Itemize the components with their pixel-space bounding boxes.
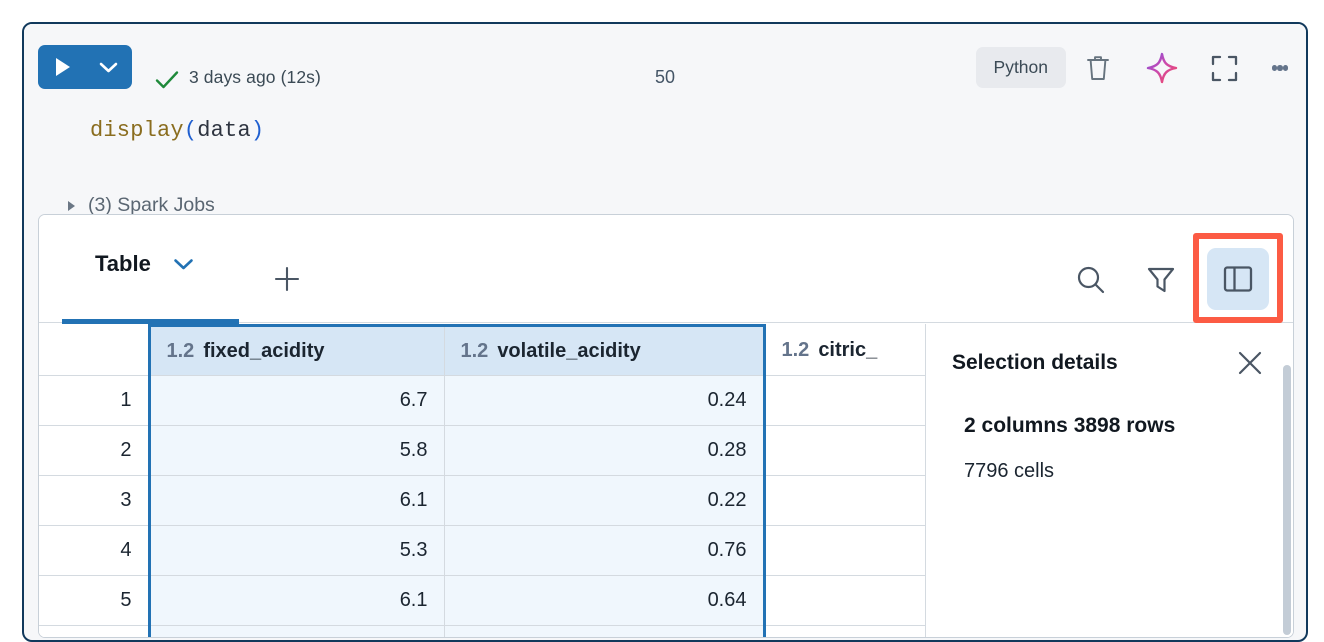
- selection-cell-count: 7796 cells: [964, 460, 1055, 482]
- vertical-scrollbar[interactable]: [1283, 365, 1291, 635]
- column-header-volatile-acidity[interactable]: 1.2 volatile_acidity: [444, 324, 766, 376]
- code-function-name: display: [90, 118, 184, 143]
- selection-details-panel: Selection details 2 columns 3898 rows 77…: [925, 324, 1293, 637]
- column-header-label: volatile_acidity: [497, 339, 641, 362]
- row-index: 1: [39, 375, 150, 426]
- cell-fixed-acidity[interactable]: [147, 625, 445, 637]
- notebook-cell: 3 days ago (12s) 50 Python display(data)…: [22, 22, 1308, 642]
- tab-table-label: Table: [95, 251, 151, 276]
- sparkle-icon[interactable]: [1142, 48, 1182, 88]
- language-badge[interactable]: Python: [975, 47, 1066, 88]
- selection-summary: 2 columns 3898 rows: [964, 414, 1176, 437]
- caret-right-icon: [68, 200, 75, 211]
- cell-fixed-acidity[interactable]: 5.8: [147, 425, 445, 476]
- column-type-tag: 1.2: [460, 339, 489, 362]
- code-open-paren: (: [183, 118, 198, 143]
- column-header-label: citric_: [818, 338, 878, 361]
- cell-fixed-acidity[interactable]: 6.7: [147, 375, 445, 426]
- column-type-tag: 1.2: [166, 339, 195, 362]
- toggle-side-panel-button[interactable]: [1207, 248, 1269, 310]
- row-index: 4: [39, 525, 150, 576]
- cell-fixed-acidity[interactable]: 5.3: [147, 525, 445, 576]
- row-index: 3: [39, 475, 150, 526]
- add-tab-button[interactable]: [267, 259, 307, 299]
- chevron-down-icon[interactable]: [173, 257, 194, 271]
- kebab-menu-icon[interactable]: [1260, 48, 1300, 88]
- column-header-label: fixed_acidity: [203, 339, 325, 362]
- tab-table[interactable]: Table: [95, 251, 194, 277]
- result-toolbar: Table: [39, 215, 1293, 324]
- row-index: 2: [39, 425, 150, 476]
- column-header-index[interactable]: [39, 325, 150, 376]
- side-panel-icon: [1223, 266, 1253, 292]
- filter-icon[interactable]: [1139, 258, 1183, 302]
- cell-volatile-acidity[interactable]: 0.28: [444, 425, 766, 476]
- selection-details-body: 2 columns 3898 rows 7796 cells: [952, 414, 1267, 483]
- cell-toolbar: 3 days ago (12s) 50 Python: [24, 24, 1306, 92]
- code-close-paren: ): [250, 118, 265, 143]
- cell-volatile-acidity[interactable]: [444, 625, 766, 637]
- code-argument: data: [197, 118, 251, 143]
- trash-icon[interactable]: [1078, 48, 1118, 88]
- selection-details-title: Selection details: [952, 351, 1118, 374]
- cell-volatile-acidity[interactable]: 0.76: [444, 525, 766, 576]
- row-index: [39, 625, 150, 637]
- result-panel: Table 1.2 fixed_acidity 1.2 volatile_aci…: [38, 214, 1294, 638]
- cell-volatile-acidity[interactable]: 0.64: [444, 575, 766, 626]
- cell-fixed-acidity[interactable]: 6.1: [147, 475, 445, 526]
- row-index: 5: [39, 575, 150, 626]
- cell-volatile-acidity[interactable]: 0.22: [444, 475, 766, 526]
- selection-details-header: Selection details: [952, 346, 1267, 380]
- close-icon[interactable]: [1233, 346, 1267, 380]
- search-icon[interactable]: [1069, 258, 1113, 302]
- column-type-tag: 1.2: [781, 338, 810, 361]
- column-header-fixed-acidity[interactable]: 1.2 fixed_acidity: [147, 324, 445, 376]
- cell-volatile-acidity[interactable]: 0.24: [444, 375, 766, 426]
- code-line[interactable]: display(data): [90, 118, 264, 143]
- cell-fixed-acidity[interactable]: 6.1: [147, 575, 445, 626]
- expand-icon[interactable]: [1204, 48, 1244, 88]
